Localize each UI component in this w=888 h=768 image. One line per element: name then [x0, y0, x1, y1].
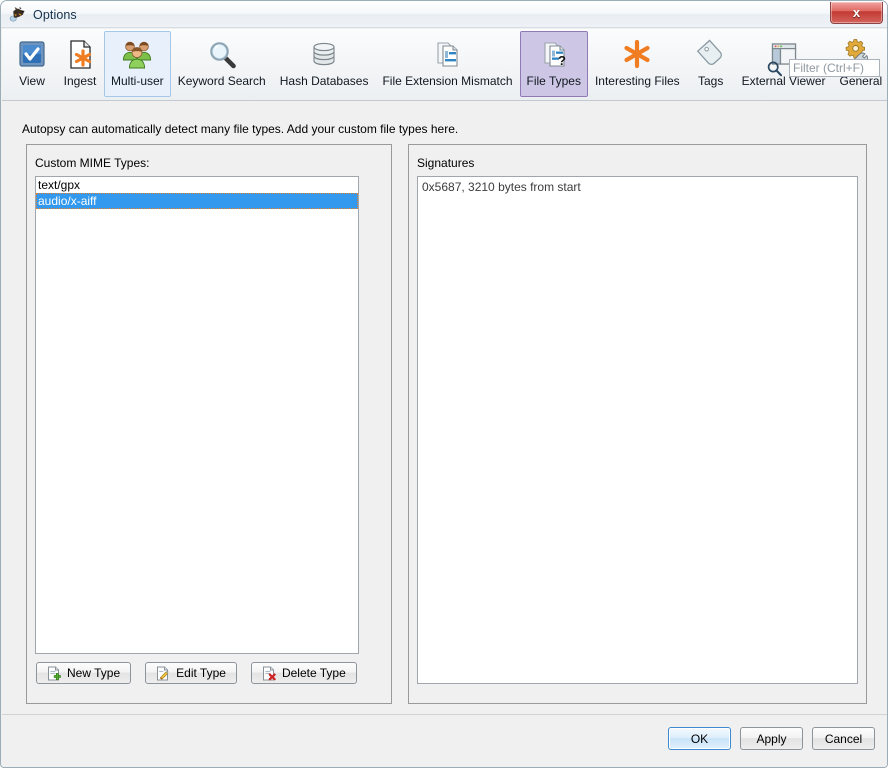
ok-button[interactable]: OK [668, 727, 731, 750]
magnifier-icon [205, 38, 239, 71]
documents-icon [430, 38, 464, 71]
list-item[interactable]: audio/x-aiff [36, 193, 358, 209]
options-dialog-window: Options x View [0, 0, 888, 768]
signatures-label: Signatures [417, 156, 474, 170]
cancel-button[interactable]: Cancel [812, 727, 875, 750]
tab-hash-databases[interactable]: Hash Databases [273, 31, 376, 97]
tab-label: File Extension Mismatch [382, 74, 512, 88]
tab-label: Interesting Files [595, 74, 680, 88]
document-plus-icon [47, 666, 61, 681]
tab-label: Tags [698, 74, 723, 88]
autopsy-dog-icon [9, 6, 26, 23]
apply-button[interactable]: Apply [740, 727, 803, 750]
delete-type-button[interactable]: Delete Type [251, 662, 357, 684]
document-pencil-icon [156, 666, 170, 681]
mime-types-list[interactable]: text/gpx audio/x-aiff [35, 176, 359, 654]
tab-keyword-search[interactable]: Keyword Search [171, 31, 273, 97]
tab-interesting-files[interactable]: Interesting Files [588, 31, 687, 97]
signatures-panel: Signatures 0x5687, 3210 bytes from start [408, 144, 867, 704]
dialog-buttons: OK Apply Cancel [668, 727, 875, 750]
signatures-list[interactable]: 0x5687, 3210 bytes from start [417, 176, 858, 684]
tab-label: Ingest [64, 74, 97, 88]
tab-file-extension-mismatch[interactable]: File Extension Mismatch [375, 31, 519, 97]
dialog-footer: OK Apply Cancel [2, 714, 887, 767]
signature-item: 0x5687, 3210 bytes from start [422, 180, 853, 195]
new-type-button[interactable]: New Type [36, 662, 131, 684]
filter-input[interactable] [789, 59, 880, 77]
button-label: Cancel [825, 732, 862, 746]
mime-type-actions: New Type [36, 662, 357, 684]
filter-area [766, 59, 880, 77]
panels-container: Custom MIME Types: text/gpx audio/x-aiff [26, 144, 867, 704]
title-bar-left: Options [9, 4, 77, 25]
document-delete-icon [262, 666, 276, 681]
asterisk-star-icon [620, 38, 654, 71]
tab-multi-user[interactable]: Multi-user [104, 31, 171, 97]
window-title: Options [33, 8, 77, 22]
database-stack-icon [307, 38, 341, 71]
tab-label: Keyword Search [178, 74, 266, 88]
button-label: Apply [756, 732, 786, 746]
options-toolbar: View Ingest [2, 29, 887, 101]
edit-type-button[interactable]: Edit Type [145, 662, 237, 684]
svg-text:?: ? [558, 53, 566, 68]
custom-mime-types-panel: Custom MIME Types: text/gpx audio/x-aiff [26, 144, 392, 704]
close-icon: x [853, 6, 860, 19]
button-label: New Type [67, 666, 120, 680]
multi-user-people-icon [120, 38, 154, 71]
close-button[interactable]: x [830, 2, 883, 24]
button-label: OK [691, 732, 708, 746]
custom-mime-types-label: Custom MIME Types: [35, 156, 149, 170]
intro-description: Autopsy can automatically detect many fi… [22, 122, 458, 136]
tab-label: Hash Databases [280, 74, 369, 88]
tab-file-types[interactable]: ? File Types [520, 31, 588, 97]
view-checkbox-icon [15, 38, 49, 71]
search-icon[interactable] [766, 60, 783, 77]
tab-label: File Types [527, 74, 581, 88]
tab-view[interactable]: View [8, 31, 56, 97]
ingest-document-star-icon [63, 38, 97, 71]
options-tab-strip: View Ingest [8, 31, 888, 97]
tab-ingest[interactable]: Ingest [56, 31, 104, 97]
title-bar: Options x [1, 1, 887, 28]
tab-label: Multi-user [111, 74, 164, 88]
button-label: Delete Type [282, 666, 346, 680]
list-item[interactable]: text/gpx [36, 177, 358, 193]
options-content: Autopsy can automatically detect many fi… [2, 102, 887, 714]
tab-label: View [19, 74, 45, 88]
tag-label-icon [694, 38, 728, 71]
button-label: Edit Type [176, 666, 226, 680]
document-question-icon: ? [537, 38, 571, 71]
tab-tags[interactable]: Tags [687, 31, 735, 97]
